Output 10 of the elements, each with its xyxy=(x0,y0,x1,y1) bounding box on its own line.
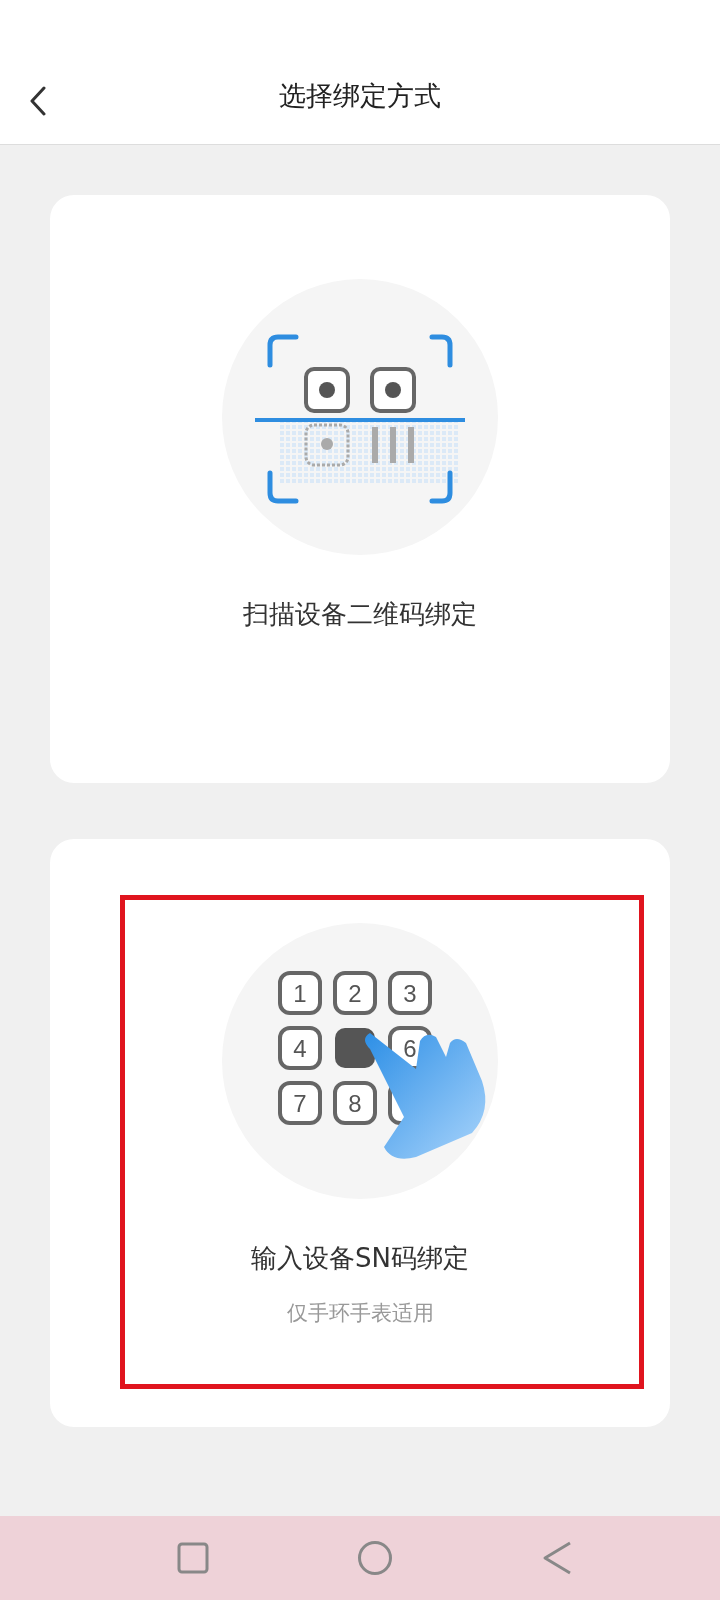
page-title: 选择绑定方式 xyxy=(279,78,441,113)
recent-apps-icon[interactable] xyxy=(177,1542,209,1574)
option-card[interactable]: 1 2 3 4 6 7 8 输入设备SN码绑定 仅手环手表适用 xyxy=(50,839,670,1427)
home-icon[interactable] xyxy=(357,1540,393,1576)
keypad-drawing: 1 2 3 4 6 7 8 xyxy=(220,921,500,1201)
option-title: 扫描设备二维码绑定 xyxy=(243,598,477,631)
option-card[interactable]: 扫描设备二维码绑定 xyxy=(50,195,670,783)
option-subtitle: 仅手环手表适用 xyxy=(286,1300,434,1327)
option-title: 输入设备SN码绑定 xyxy=(251,1242,469,1275)
back-icon[interactable] xyxy=(28,86,48,116)
